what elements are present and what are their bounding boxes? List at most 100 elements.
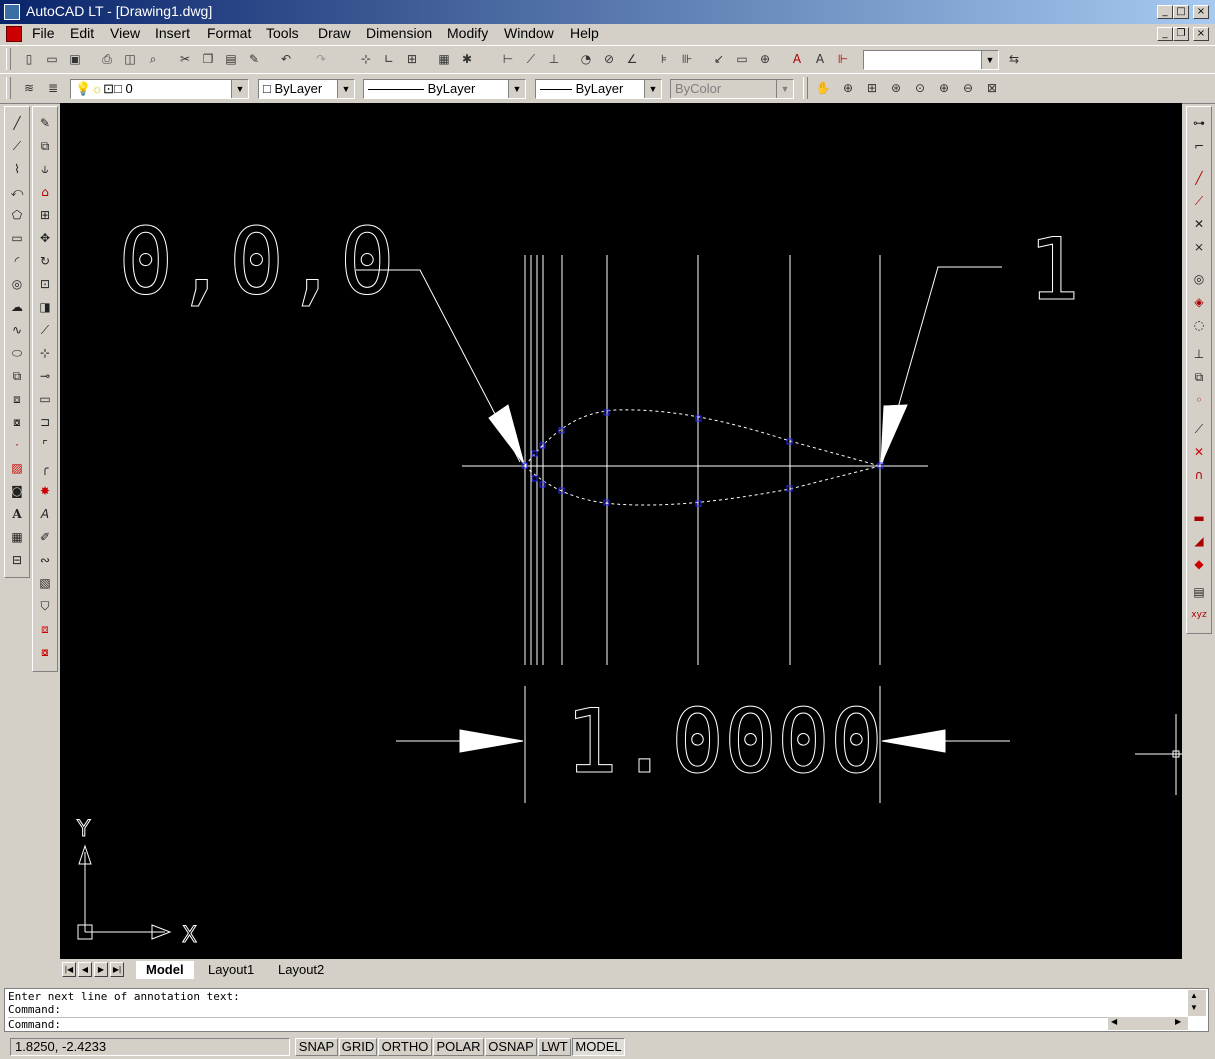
- minimize-button[interactable]: _: [1157, 5, 1173, 19]
- rotate-icon[interactable]: ↻: [34, 250, 56, 272]
- break-at-point-icon[interactable]: ⊐: [34, 411, 56, 433]
- menu-edit[interactable]: Edit: [68, 25, 96, 41]
- menu-insert[interactable]: Insert: [153, 25, 192, 41]
- polyline-icon[interactable]: ⌇: [6, 158, 28, 180]
- polar-toggle[interactable]: POLAR: [433, 1038, 484, 1056]
- trim-icon[interactable]: ⊹: [34, 342, 56, 364]
- center-mark-icon[interactable]: ⊕: [754, 48, 776, 70]
- document-icon[interactable]: [6, 26, 22, 42]
- distance-icon[interactable]: ▬: [1188, 507, 1210, 529]
- toolbar-grip[interactable]: [6, 48, 11, 70]
- leader-icon[interactable]: ↙: [708, 48, 730, 70]
- array-icon[interactable]: ⊞: [34, 204, 56, 226]
- dim-angular-icon[interactable]: ∠: [621, 48, 643, 70]
- layer-previous-icon[interactable]: ≣: [42, 77, 64, 99]
- print-preview-icon[interactable]: ◫: [119, 48, 141, 70]
- layer-manager-icon[interactable]: ≋: [18, 77, 40, 99]
- snap-none-icon[interactable]: ✕: [1188, 441, 1210, 463]
- model-toggle[interactable]: MODEL: [572, 1038, 625, 1056]
- app-icon[interactable]: [4, 4, 20, 20]
- hatch-icon[interactable]: ▨: [6, 457, 28, 479]
- line-icon[interactable]: ╱: [6, 112, 28, 134]
- menu-file[interactable]: File: [30, 25, 57, 41]
- snap-apparent-intersection-icon[interactable]: ⨯: [1188, 236, 1210, 258]
- edit-text-icon[interactable]: A: [34, 503, 56, 525]
- snap-node-icon[interactable]: ◦: [1188, 389, 1210, 411]
- zoom-previous-icon[interactable]: ⊛: [885, 77, 907, 99]
- viewport-icon[interactable]: ⊞: [401, 48, 423, 70]
- doc-restore-button[interactable]: ❐: [1173, 27, 1189, 41]
- explode-icon[interactable]: ✸: [34, 480, 56, 502]
- dim-radius-icon[interactable]: ◔: [575, 48, 597, 70]
- toolbar-grip[interactable]: [6, 77, 11, 99]
- edit-spline-icon[interactable]: ∾: [34, 549, 56, 571]
- maximize-button[interactable]: □: [1173, 5, 1189, 19]
- construction-line-icon[interactable]: ⟋: [6, 135, 28, 157]
- copy-icon[interactable]: ❐: [197, 48, 219, 70]
- menu-draw[interactable]: Draw: [316, 25, 353, 41]
- move-icon[interactable]: ✥: [34, 227, 56, 249]
- make-block-icon[interactable]: ⧈: [6, 388, 28, 410]
- snap-center-icon[interactable]: ◎: [1188, 268, 1210, 290]
- tab-layout1[interactable]: Layout1: [198, 961, 264, 979]
- snap-perpendicular-icon[interactable]: ⊥: [1188, 343, 1210, 365]
- dim-style-select[interactable]: ▼: [863, 50, 999, 70]
- menu-dimension[interactable]: Dimension: [364, 25, 434, 41]
- zoom-in-icon[interactable]: ⊕: [933, 77, 955, 99]
- first-tab-icon[interactable]: |◀: [62, 962, 76, 977]
- rectangle-icon[interactable]: ▭: [6, 227, 28, 249]
- dim-continue-icon[interactable]: ⊪: [676, 48, 698, 70]
- menu-modify[interactable]: Modify: [445, 25, 490, 41]
- menu-view[interactable]: View: [108, 25, 142, 41]
- dim-ordinate-icon[interactable]: ⊥: [543, 48, 565, 70]
- chamfer-icon[interactable]: ⌜: [34, 434, 56, 456]
- table-icon[interactable]: ▦: [6, 526, 28, 548]
- insert-block-icon[interactable]: ⧉: [6, 365, 28, 387]
- vertex-grip[interactable]: [531, 475, 538, 482]
- ellipse-icon[interactable]: ⬭: [6, 342, 28, 364]
- dim-edit-icon[interactable]: A: [786, 48, 808, 70]
- properties-icon[interactable]: ▦: [433, 48, 455, 70]
- multiline-text-icon[interactable]: A: [6, 503, 28, 525]
- new-icon[interactable]: ▯: [18, 48, 40, 70]
- polygon-icon[interactable]: ⤺: [6, 181, 28, 203]
- snap-intersection-icon[interactable]: ✕: [1188, 213, 1210, 235]
- paste-icon[interactable]: ▤: [220, 48, 242, 70]
- zoom-extents-icon[interactable]: ⊠: [981, 77, 1003, 99]
- dim-linear-icon[interactable]: ⊢: [497, 48, 519, 70]
- command-input[interactable]: Command:: [8, 1017, 1108, 1031]
- print-icon[interactable]: ⎙: [96, 48, 118, 70]
- save-icon[interactable]: ▣: [64, 48, 86, 70]
- find-icon[interactable]: ⌕: [142, 48, 164, 70]
- lengthen-icon[interactable]: ⟋: [34, 319, 56, 341]
- menu-tools[interactable]: Tools: [264, 25, 301, 41]
- tab-layout2[interactable]: Layout2: [268, 961, 334, 979]
- command-window[interactable]: Enter next line of annotation text: Comm…: [4, 988, 1209, 1032]
- dim-style-icon[interactable]: ⇆: [1003, 48, 1025, 70]
- fillet-icon[interactable]: ╭: [34, 457, 56, 479]
- mass-properties-icon[interactable]: ◆: [1188, 553, 1210, 575]
- match-properties-icon[interactable]: ✎: [243, 48, 265, 70]
- edit-hatch-icon[interactable]: ▧: [34, 572, 56, 594]
- dim-text-edit-icon[interactable]: A: [809, 48, 831, 70]
- zoom-scale-icon[interactable]: ⊙: [909, 77, 931, 99]
- toolbar-grip[interactable]: [803, 77, 808, 99]
- snap-toggle[interactable]: SNAP: [295, 1038, 338, 1056]
- edit-block-icon[interactable]: ⧈: [34, 618, 56, 640]
- snap-quadrant-icon[interactable]: ◈: [1188, 291, 1210, 313]
- design-center-icon[interactable]: ✱: [456, 48, 478, 70]
- cut-icon[interactable]: ✂: [174, 48, 196, 70]
- dim-diameter-icon[interactable]: ⊘: [598, 48, 620, 70]
- snap-tangent-icon[interactable]: ◌: [1188, 314, 1210, 336]
- edit-polyline-icon[interactable]: ✐: [34, 526, 56, 548]
- color-select[interactable]: □ ByLayer ▼: [258, 79, 355, 99]
- erase-icon[interactable]: ✎: [34, 112, 56, 134]
- spline-icon[interactable]: ∿: [6, 319, 28, 341]
- locate-point-icon[interactable]: xyz: [1188, 604, 1210, 626]
- zoom-out-icon[interactable]: ⊖: [957, 77, 979, 99]
- area-icon[interactable]: ◢: [1188, 530, 1210, 552]
- copy-object-icon[interactable]: ⧉: [34, 135, 56, 157]
- offset-icon[interactable]: ⌂: [34, 181, 56, 203]
- menu-help[interactable]: Help: [568, 25, 601, 41]
- break-icon[interactable]: ▭: [34, 388, 56, 410]
